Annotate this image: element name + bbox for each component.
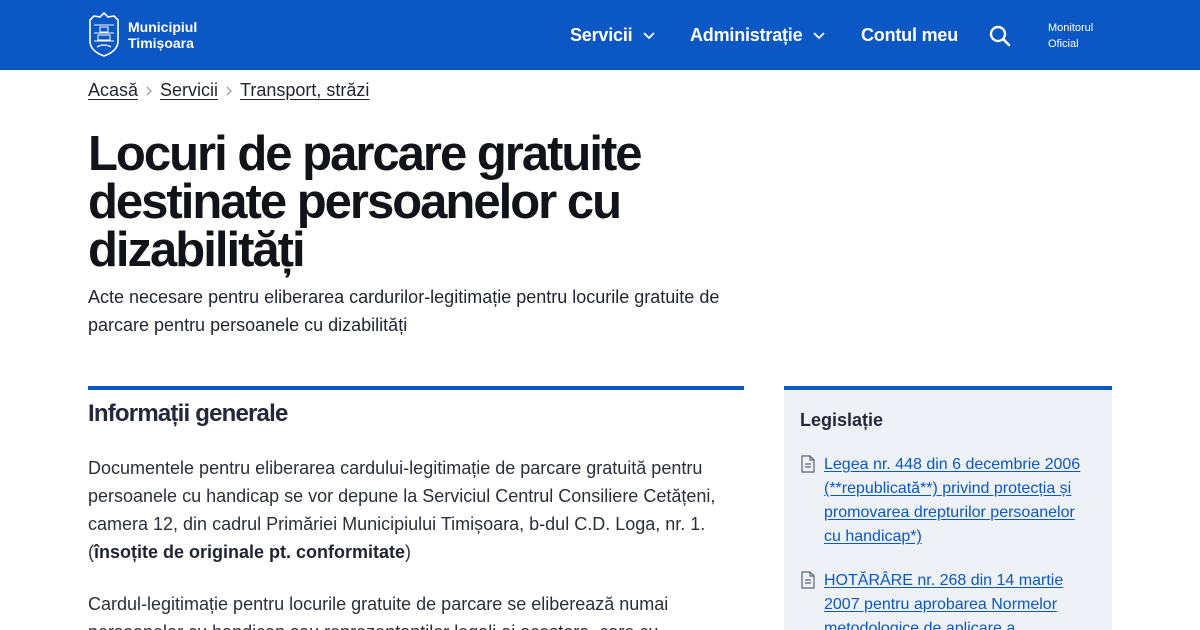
- nav-servicii-label: Servicii: [570, 24, 633, 45]
- legislation-link-hotarare-268[interactable]: HOTĂRÂRE nr. 268 din 14 martie 2007 pent…: [824, 569, 1096, 630]
- general-info-section: Informații generale Documentele pentru e…: [88, 386, 744, 630]
- nav-servicii[interactable]: Servicii: [570, 0, 656, 70]
- page-title: Locuri de parcare gratuite destinate per…: [88, 127, 643, 277]
- info-paragraph-1-end: ): [405, 542, 412, 562]
- nav-contul-meu-label: Contul meu: [861, 24, 958, 45]
- nav-administratie-label: Administrație: [690, 24, 803, 45]
- document-icon: [801, 455, 815, 473]
- info-paragraph-1: Documentele pentru eliberarea cardului-l…: [88, 454, 744, 566]
- chevron-right-icon: [146, 86, 152, 95]
- info-paragraph-1-bold: însoțite de originale pt. conformitate: [94, 542, 406, 562]
- chevron-right-icon: [226, 86, 232, 95]
- section-title: Informații generale: [88, 400, 288, 427]
- nav-contul-meu[interactable]: Contul meu: [861, 0, 958, 70]
- logo-line-2: Timișoara: [128, 34, 194, 51]
- logo-text: Municipiul Timișoara: [128, 19, 197, 51]
- breadcrumb-acasa[interactable]: Acasă: [88, 80, 138, 101]
- monitorul-line-1: Monitorul: [1048, 22, 1094, 34]
- breadcrumb-servicii[interactable]: Servicii: [160, 80, 218, 101]
- monitorul-oficial-link[interactable]: Monitorul Oficial: [1048, 20, 1093, 52]
- legislation-item: Legea nr. 448 din 6 decembrie 2006 (**re…: [800, 453, 1096, 549]
- page-subtitle: Acte necesare pentru eliberarea carduril…: [88, 287, 720, 335]
- nav-administratie[interactable]: Administrație: [690, 0, 826, 70]
- top-navigation-bar: Municipiul Timișoara Servicii Administra…: [0, 0, 1200, 70]
- chevron-down-icon: [643, 32, 656, 40]
- monitorul-line-2: Oficial: [1048, 38, 1079, 50]
- sidebar-title: Legislație: [800, 410, 884, 430]
- breadcrumb: Acasă Servicii Transport, străzi: [88, 80, 369, 101]
- city-shield-icon: [89, 11, 119, 57]
- legislation-item: HOTĂRÂRE nr. 268 din 14 martie 2007 pent…: [800, 569, 1096, 630]
- logo-line-1: Municipiul: [128, 18, 198, 35]
- legislation-link-legea-448[interactable]: Legea nr. 448 din 6 decembrie 2006 (**re…: [824, 453, 1096, 549]
- chevron-down-icon: [813, 32, 826, 40]
- info-paragraph-2: Cardul-legitimație pentru locurile gratu…: [88, 594, 669, 630]
- breadcrumb-transport-strazi[interactable]: Transport, străzi: [240, 80, 369, 101]
- search-icon[interactable]: [988, 24, 1012, 48]
- site-logo[interactable]: Municipiul Timișoara: [88, 11, 197, 58]
- legislation-sidebar: Legislație Legea nr. 448 din 6 decembrie…: [784, 386, 1112, 630]
- document-icon: [801, 571, 815, 589]
